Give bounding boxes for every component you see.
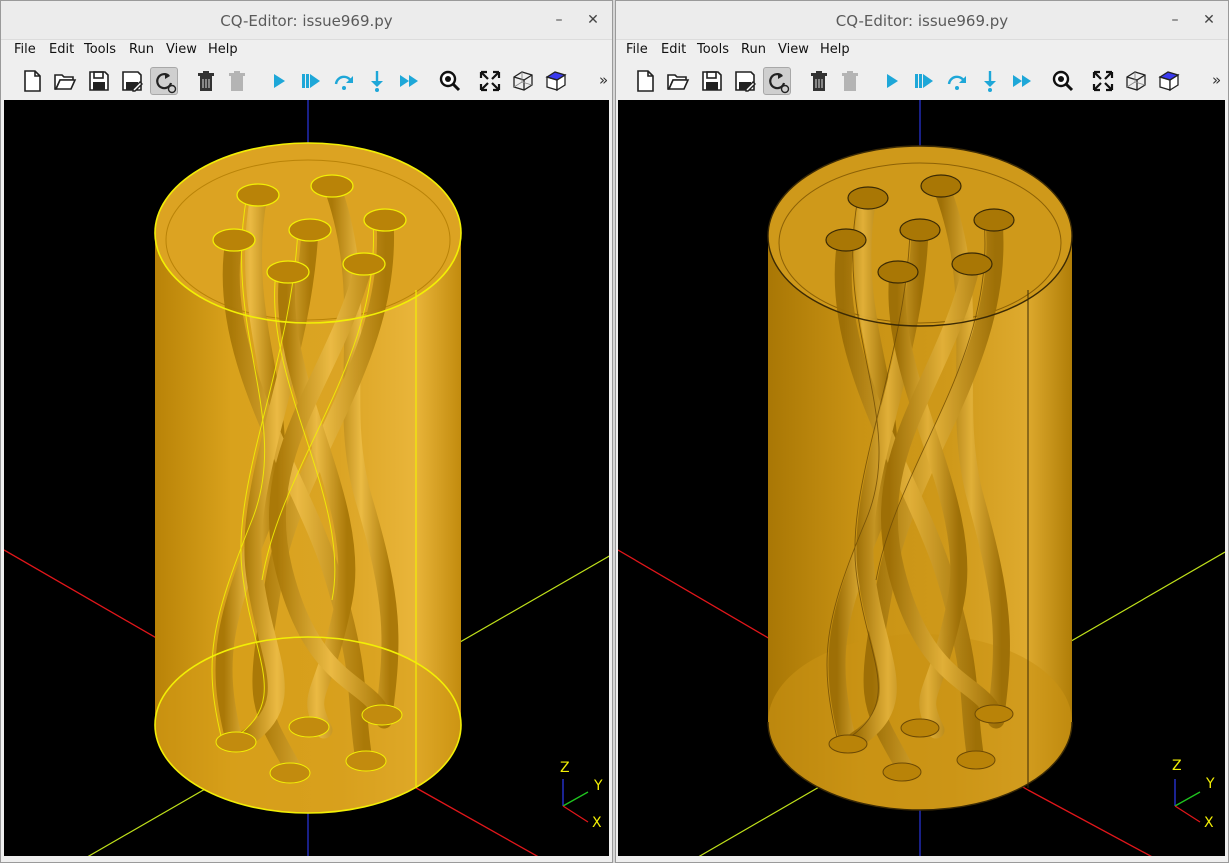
fit-icon[interactable] [1089,67,1117,95]
triad-x [562,805,589,823]
zoom-icon[interactable] [1049,67,1077,95]
save-icon[interactable] [698,67,726,95]
triad-z-label: Z [1172,758,1182,774]
model-render: Z Y X [618,100,1225,856]
save-as-icon[interactable] [118,67,146,95]
autoreload-icon[interactable] [763,67,791,95]
model-render: Z Y X [4,100,609,856]
window-title: CQ-Editor: issue969.py [835,12,1009,30]
menu-bar: File Edit Tools Run View Help [616,40,1228,61]
menu-run[interactable]: Run [741,42,766,57]
delete-icon[interactable] [806,67,834,95]
triad-y-label: Y [1205,776,1215,792]
zoom-icon[interactable] [436,67,464,95]
save-icon[interactable] [85,67,113,95]
step-in-icon[interactable] [976,67,1004,95]
triad-x [1174,805,1201,823]
title-bar: CQ-Editor: issue969.py – ✕ [1,1,612,40]
toolbar: » [616,62,1228,100]
close-icon[interactable]: ✕ [1200,11,1218,29]
menu-file[interactable]: File [626,42,648,57]
continue-icon[interactable] [396,67,424,95]
shaded-icon[interactable] [542,67,570,95]
render-icon[interactable] [878,67,906,95]
menu-tools[interactable]: Tools [84,42,116,57]
cq-editor-window-right: CQ-Editor: issue969.py – ✕ File Edit Too… [615,0,1229,863]
delete-disabled-icon[interactable] [224,67,252,95]
delete-icon[interactable] [193,67,221,95]
menu-run[interactable]: Run [129,42,154,57]
new-file-icon[interactable] [631,67,659,95]
wireframe-icon[interactable] [509,67,537,95]
delete-disabled-icon[interactable] [837,67,865,95]
save-as-icon[interactable] [731,67,759,95]
3d-viewport[interactable]: Z Y X [618,100,1225,856]
menu-view[interactable]: View [166,42,197,57]
minimize-icon[interactable]: – [550,11,568,29]
debug-icon[interactable] [297,67,325,95]
window-title: CQ-Editor: issue969.py [220,12,393,30]
step-over-icon[interactable] [943,67,971,95]
menu-tools[interactable]: Tools [697,42,729,57]
menu-help[interactable]: Help [820,42,850,57]
triad-y [562,791,589,807]
cq-editor-window-left: CQ-Editor: issue969.py – ✕ File Edit Too… [0,0,613,863]
menu-bar: File Edit Tools Run View Help [1,40,612,61]
triad-y [1174,791,1201,807]
toolbar-overflow-icon[interactable]: » [599,71,608,89]
shaded-icon[interactable] [1155,67,1183,95]
open-file-icon[interactable] [664,67,692,95]
triad-z-label: Z [560,760,570,776]
menu-file[interactable]: File [14,42,36,57]
title-bar: CQ-Editor: issue969.py – ✕ [616,1,1228,40]
step-in-icon[interactable] [363,67,391,95]
new-file-icon[interactable] [18,67,46,95]
step-over-icon[interactable] [330,67,358,95]
wireframe-icon[interactable] [1122,67,1150,95]
menu-edit[interactable]: Edit [661,42,686,57]
render-icon[interactable] [265,67,293,95]
toolbar-overflow-icon[interactable]: » [1212,71,1221,89]
triad-x-label: X [1204,815,1214,831]
toolbar: » [1,62,612,100]
continue-icon[interactable] [1009,67,1037,95]
fit-icon[interactable] [476,67,504,95]
3d-viewport[interactable]: Z Y X [4,100,609,856]
menu-view[interactable]: View [778,42,809,57]
autoreload-icon[interactable] [150,67,178,95]
menu-help[interactable]: Help [208,42,238,57]
minimize-icon[interactable]: – [1166,11,1184,29]
debug-icon[interactable] [910,67,938,95]
open-file-icon[interactable] [51,67,79,95]
menu-edit[interactable]: Edit [49,42,74,57]
close-icon[interactable]: ✕ [584,11,602,29]
triad-y-label: Y [593,778,603,794]
triad-x-label: X [592,815,602,831]
